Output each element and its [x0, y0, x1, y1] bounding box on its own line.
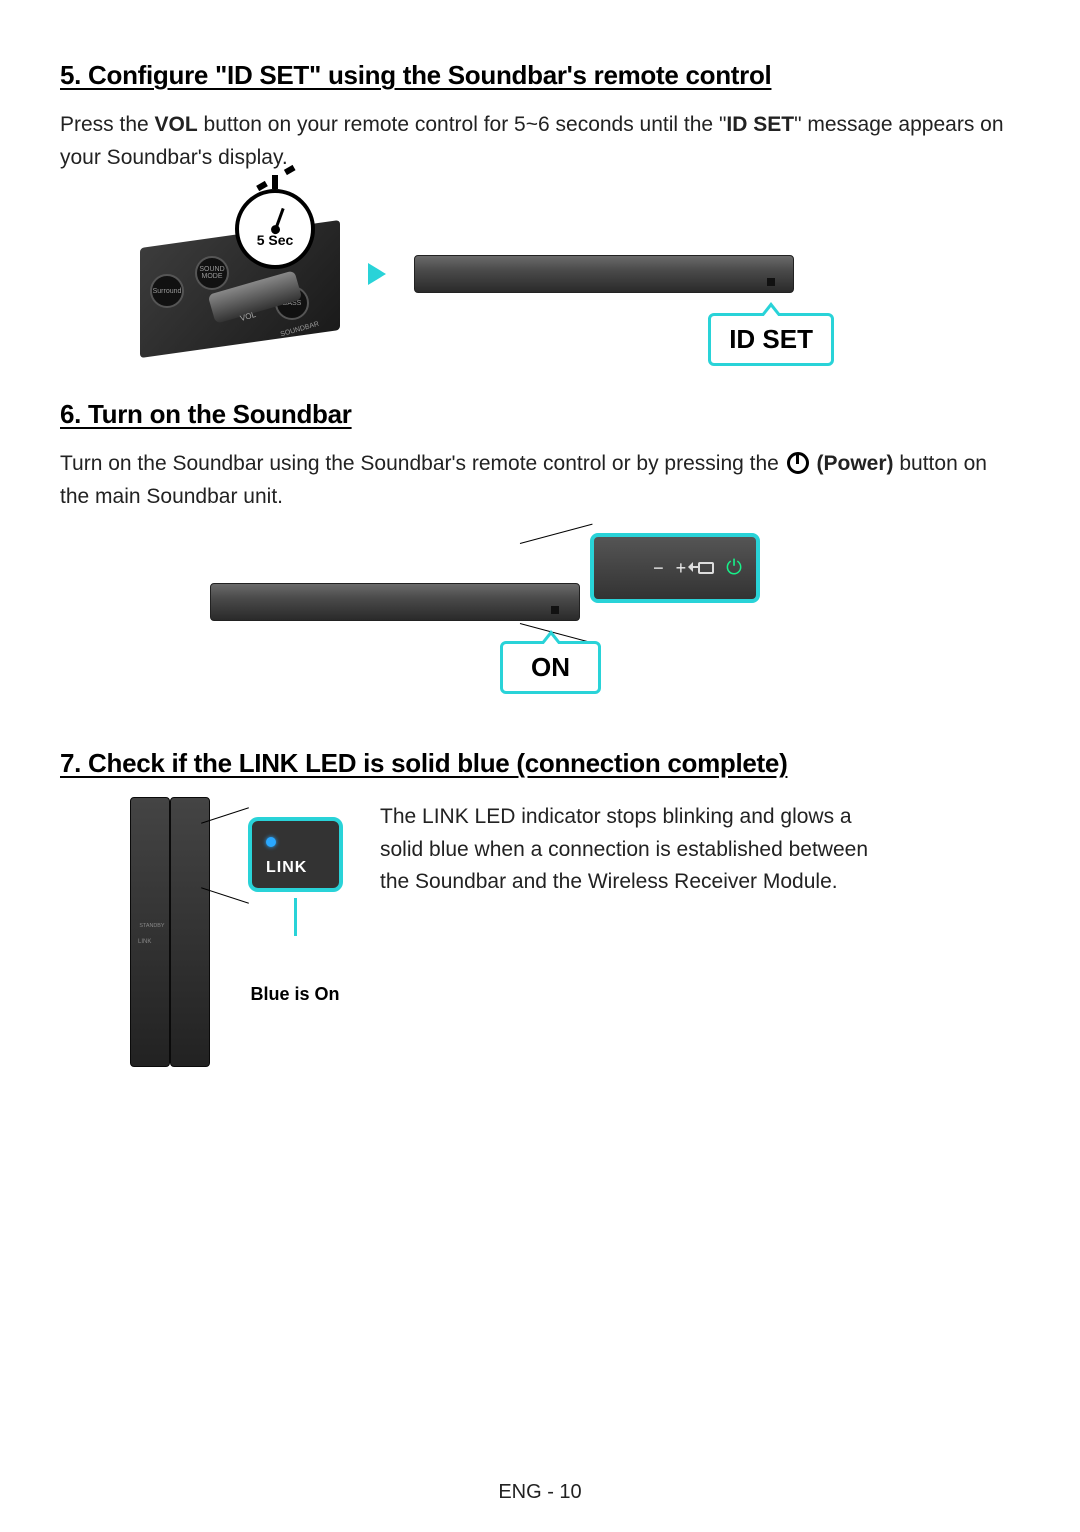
section-5-body: Press the VOL button on your remote cont…	[60, 109, 1020, 174]
zoom-line	[520, 524, 593, 544]
section-7-figure-row: STANDBY LINK LINK Blue is On The LINK LE…	[130, 797, 1020, 1067]
section-6: 6. Turn on the Soundbar Turn on the Soun…	[60, 399, 1020, 703]
section-7-body: The LINK LED indicator stops blinking an…	[380, 801, 900, 899]
section-5: 5. Configure "ID SET" using the Soundbar…	[60, 60, 1020, 354]
source-icon	[698, 562, 714, 574]
link-zoom-box: LINK Blue is On	[240, 817, 350, 1005]
remote-btn-mode: SOUND MODE	[195, 256, 229, 290]
callout-pointer	[294, 898, 297, 936]
soundbar-illustration	[210, 583, 580, 621]
receiver-standby-label: STANDBY	[139, 923, 164, 928]
page-footer: ENG - 10	[0, 1481, 1080, 1504]
soundbar-control-panel: − + ⏻	[590, 533, 760, 603]
stopwatch-icon: 5 Sec	[235, 189, 315, 269]
idset-callout: ID SET	[708, 313, 834, 366]
volume-down-icon: −	[653, 558, 664, 579]
section-5-figure: Surround SOUND MODE BASS VOL SOUNDBAR 5 …	[140, 194, 1020, 354]
blue-is-on-label: Blue is On	[240, 984, 350, 1005]
soundbar-illustration: ID SET	[414, 255, 794, 293]
text-fragment: Press the	[60, 113, 155, 136]
power-icon: ⏻	[726, 557, 742, 580]
section-7-heading: 7. Check if the LINK LED is solid blue (…	[60, 748, 1020, 779]
vol-label: VOL	[155, 113, 198, 136]
idset-inline: ID SET	[726, 113, 794, 136]
text-fragment: button on your remote control for 5~6 se…	[198, 113, 727, 136]
receiver-illustration: STANDBY LINK	[130, 797, 210, 1067]
stopwatch-label: 5 Sec	[257, 232, 294, 248]
power-icon	[787, 452, 809, 474]
receiver-link-label: LINK	[138, 939, 151, 945]
section-6-figure: − + ⏻ ON	[210, 533, 770, 703]
section-5-heading: 5. Configure "ID SET" using the Soundbar…	[60, 60, 1020, 91]
power-label: (Power)	[817, 452, 894, 475]
volume-up-icon: +	[676, 558, 687, 579]
remote-btn-surround: Surround	[150, 274, 184, 308]
link-panel: LINK	[248, 817, 343, 892]
on-callout: ON	[500, 641, 601, 694]
section-6-heading: 6. Turn on the Soundbar	[60, 399, 1020, 430]
link-label: LINK	[266, 859, 307, 877]
remote-illustration: Surround SOUND MODE BASS VOL SOUNDBAR 5 …	[140, 194, 340, 354]
link-led-icon	[266, 837, 276, 847]
section-7: 7. Check if the LINK LED is solid blue (…	[60, 748, 1020, 1067]
text-fragment: Turn on the Soundbar using the Soundbar'…	[60, 452, 785, 475]
section-6-body: Turn on the Soundbar using the Soundbar'…	[60, 448, 1020, 513]
arrow-right-icon	[368, 263, 386, 285]
